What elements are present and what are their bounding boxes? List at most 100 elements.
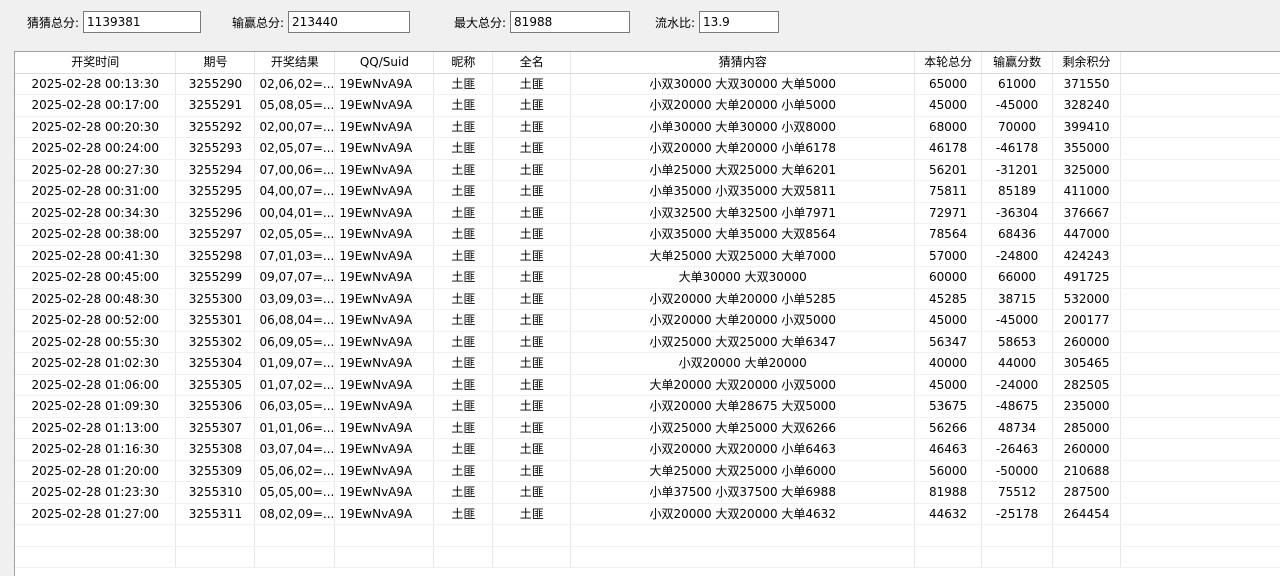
cell-round-total[interactable]: 46178: [914, 137, 983, 160]
cell-round-total[interactable]: 81988: [914, 481, 983, 504]
cell-draw-result[interactable]: 02,05,05=...: [254, 223, 336, 246]
cell-draw-time[interactable]: 2025-02-28 00:31:00: [15, 180, 177, 203]
cell-full-name[interactable]: 土匪: [492, 137, 572, 160]
cell-win-loss[interactable]: -24800: [981, 245, 1054, 267]
table-row[interactable]: 2025-02-28 01:27:00 3255311 08,02,09=... 19…: [15, 503, 1280, 525]
cell-round-total[interactable]: 56201: [914, 159, 983, 181]
cell-guess-content[interactable]: 大单25000 大双25000 小单6000: [570, 460, 916, 482]
cell-win-loss[interactable]: -36304: [981, 202, 1054, 224]
guess-total-input[interactable]: 1139381: [83, 11, 202, 33]
cell-guess-content[interactable]: 小双32500 大单32500 小单7971: [570, 202, 916, 224]
cell-win-loss[interactable]: 70000: [981, 116, 1054, 138]
col-header-draw-result[interactable]: 开奖结果: [254, 52, 336, 74]
cell-nickname[interactable]: 土匪: [433, 94, 494, 117]
table-row[interactable]: 2025-02-28 00:41:30 3255298 07,01,03=... 19…: [15, 245, 1280, 267]
cell-guess-content[interactable]: 小单37500 小双37500 大单6988: [570, 481, 916, 504]
cell-issue-number[interactable]: 3255306: [175, 395, 256, 418]
cell-nickname[interactable]: 土匪: [433, 266, 494, 289]
cell-full-name[interactable]: 土匪: [492, 223, 572, 246]
cell-guess-content[interactable]: 小双25000 大双25000 大单6347: [570, 331, 916, 353]
cell-full-name[interactable]: 土匪: [492, 266, 572, 289]
cell-draw-time[interactable]: 2025-02-28 01:09:30: [15, 395, 177, 418]
cell-win-loss[interactable]: -45000: [981, 94, 1054, 117]
cell-full-name[interactable]: 土匪: [492, 438, 572, 461]
cell-nickname[interactable]: 土匪: [433, 460, 494, 482]
cell-round-total[interactable]: 45000: [914, 309, 983, 332]
cell-round-total[interactable]: 40000: [914, 352, 983, 375]
table-row[interactable]: 2025-02-28 00:17:00 3255291 05,08,05=... 19…: [15, 94, 1280, 117]
table-row[interactable]: 2025-02-28 01:02:30 3255304 01,09,07=... 19…: [15, 352, 1280, 375]
cell-issue-number[interactable]: 3255298: [175, 245, 256, 267]
cell-issue-number[interactable]: 3255294: [175, 159, 256, 181]
cell-round-total[interactable]: 44632: [914, 503, 983, 525]
table-row[interactable]: 2025-02-28 00:45:00 3255299 09,07,07=... 19…: [15, 266, 1280, 289]
cell-draw-result[interactable]: 06,03,05=...: [254, 395, 336, 418]
cell-draw-result[interactable]: 06,09,05=...: [254, 331, 336, 353]
cell-qq-suid[interactable]: 19EwNvA9A: [334, 503, 435, 525]
cell-guess-content[interactable]: 小双20000 大单28675 大双5000: [570, 395, 916, 418]
cell-draw-result[interactable]: 05,05,00=...: [254, 481, 336, 504]
cell-remaining-points[interactable]: 285000: [1052, 417, 1122, 439]
cell-draw-time[interactable]: 2025-02-28 01:06:00: [15, 374, 177, 396]
cell-draw-time[interactable]: 2025-02-28 00:55:30: [15, 331, 177, 353]
cell-win-loss[interactable]: 75512: [981, 481, 1054, 504]
table-row[interactable]: 2025-02-28 00:38:00 3255297 02,05,05=... 19…: [15, 223, 1280, 246]
cell-draw-time[interactable]: 2025-02-28 00:45:00: [15, 266, 177, 289]
cell-full-name[interactable]: 土匪: [492, 331, 572, 353]
cell-draw-time[interactable]: 2025-02-28 01:27:00: [15, 503, 177, 525]
cell-qq-suid[interactable]: 19EwNvA9A: [334, 395, 435, 418]
results-grid[interactable]: 开奖时间 期号 开奖结果 QQ/Suid 昵称 全名 猜猜内容 本轮总分 输赢分…: [14, 51, 1280, 576]
cell-win-loss[interactable]: -45000: [981, 309, 1054, 332]
cell-draw-result[interactable]: 03,09,03=...: [254, 288, 336, 310]
cell-issue-number[interactable]: 3255290: [175, 73, 256, 95]
cell-full-name[interactable]: 土匪: [492, 460, 572, 482]
cell-remaining-points[interactable]: 328240: [1052, 94, 1122, 117]
cell-round-total[interactable]: 56266: [914, 417, 983, 439]
cell-remaining-points[interactable]: 424243: [1052, 245, 1122, 267]
cell-round-total[interactable]: 60000: [914, 266, 983, 289]
col-header-remaining-points[interactable]: 剩余积分: [1052, 52, 1122, 74]
cell-draw-result[interactable]: 00,04,01=...: [254, 202, 336, 224]
cell-draw-result[interactable]: 04,00,07=...: [254, 180, 336, 203]
cell-draw-result[interactable]: 03,07,04=...: [254, 438, 336, 461]
table-row[interactable]: 2025-02-28 00:55:30 3255302 06,09,05=... 19…: [15, 331, 1280, 353]
cell-full-name[interactable]: 土匪: [492, 159, 572, 181]
cell-guess-content[interactable]: 小双35000 大单35000 大双8564: [570, 223, 916, 246]
cell-round-total[interactable]: 56000: [914, 460, 983, 482]
cell-issue-number[interactable]: 3255291: [175, 94, 256, 117]
cell-full-name[interactable]: 土匪: [492, 395, 572, 418]
cell-issue-number[interactable]: 3255310: [175, 481, 256, 504]
col-header-round-total[interactable]: 本轮总分: [914, 52, 983, 74]
cell-full-name[interactable]: 土匪: [492, 116, 572, 138]
cell-qq-suid[interactable]: 19EwNvA9A: [334, 73, 435, 95]
cell-issue-number[interactable]: 3255305: [175, 374, 256, 396]
cell-draw-result[interactable]: 05,08,05=...: [254, 94, 336, 117]
cell-draw-time[interactable]: 2025-02-28 00:34:30: [15, 202, 177, 224]
cell-guess-content[interactable]: 小双20000 大单20000 小单5000: [570, 94, 916, 117]
cell-round-total[interactable]: 65000: [914, 73, 983, 95]
cell-draw-time[interactable]: 2025-02-28 00:20:30: [15, 116, 177, 138]
cell-qq-suid[interactable]: 19EwNvA9A: [334, 438, 435, 461]
cell-guess-content[interactable]: 小单25000 大双25000 大单6201: [570, 159, 916, 181]
table-row[interactable]: 2025-02-28 01:23:30 3255310 05,05,00=... 19…: [15, 481, 1280, 504]
cell-round-total[interactable]: 56347: [914, 331, 983, 353]
table-row[interactable]: 2025-02-28 01:16:30 3255308 03,07,04=... 19…: [15, 438, 1280, 461]
cell-nickname[interactable]: 土匪: [433, 116, 494, 138]
cell-win-loss[interactable]: 61000: [981, 73, 1054, 95]
cell-nickname[interactable]: 土匪: [433, 438, 494, 461]
cell-issue-number[interactable]: 3255292: [175, 116, 256, 138]
cell-qq-suid[interactable]: 19EwNvA9A: [334, 331, 435, 353]
col-header-full-name[interactable]: 全名: [492, 52, 572, 74]
cell-guess-content[interactable]: 小双20000 大双20000 大单4632: [570, 503, 916, 525]
cell-guess-content[interactable]: 小单35000 小双35000 大双5811: [570, 180, 916, 203]
cell-win-loss[interactable]: -46178: [981, 137, 1054, 160]
cell-guess-content[interactable]: 小双20000 大单20000 小双5000: [570, 309, 916, 332]
table-row[interactable]: 2025-02-28 00:34:30 3255296 00,04,01=... 19…: [15, 202, 1280, 224]
cell-win-loss[interactable]: 68436: [981, 223, 1054, 246]
cell-win-loss[interactable]: 44000: [981, 352, 1054, 375]
cell-round-total[interactable]: 46463: [914, 438, 983, 461]
cell-draw-result[interactable]: 09,07,07=...: [254, 266, 336, 289]
cell-draw-result[interactable]: 02,06,02=...: [254, 73, 336, 95]
col-header-nickname[interactable]: 昵称: [433, 52, 494, 74]
cell-remaining-points[interactable]: 200177: [1052, 309, 1122, 332]
